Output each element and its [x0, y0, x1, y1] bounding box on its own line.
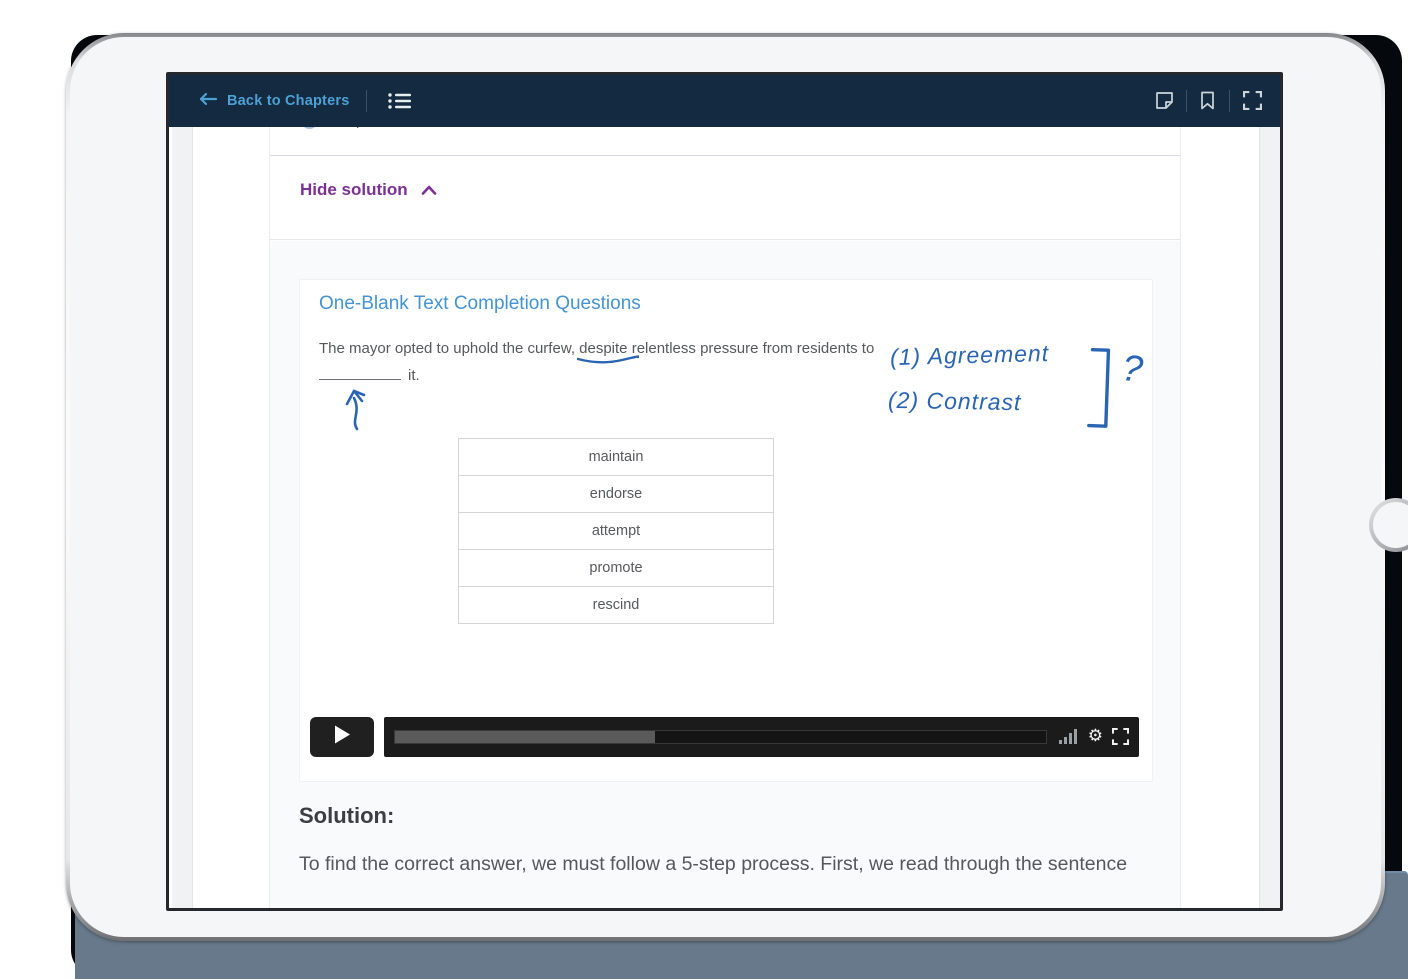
handwritten-annotation-1: (1) Agreement — [890, 340, 1050, 371]
player-control-strip: ⚙ — [384, 717, 1139, 757]
answer-option-cell: promote — [459, 550, 773, 587]
divider — [1186, 90, 1187, 112]
page-gutter-right — [1259, 75, 1280, 908]
note-icon[interactable] — [1155, 91, 1174, 115]
hand-bracket-stroke — [1086, 346, 1117, 438]
chevron-up-icon — [421, 180, 437, 200]
back-to-chapters-button[interactable]: Back to Chapters — [198, 92, 349, 110]
seek-bar[interactable] — [394, 730, 1047, 744]
lesson-video-panel: One-Blank Text Completion Questions The … — [299, 279, 1153, 782]
question-text-line1: The mayor opted to uphold the curfew, de… — [319, 340, 874, 357]
answer-option-cell: maintain — [459, 439, 773, 476]
answer-option-cell: rescind — [459, 587, 773, 624]
hide-solution-button[interactable]: Hide solution — [300, 180, 437, 200]
hand-arrow-doodle — [342, 386, 372, 437]
answer-blank — [319, 366, 401, 380]
answer-options-table: maintain endorse attempt promote rescind — [458, 438, 774, 624]
solution-paragraph: To find the correct answer, we must foll… — [299, 847, 1167, 881]
promo-stage: 7 mph Hide solution — [0, 0, 1408, 979]
fullscreen-icon[interactable] — [1243, 91, 1262, 115]
lesson-title: One-Blank Text Completion Questions — [319, 293, 641, 315]
video-player-bar: ⚙ — [310, 717, 1139, 757]
tablet-frame: 7 mph Hide solution — [66, 33, 1385, 941]
top-navbar: Back to Chapters — [169, 75, 1280, 127]
divider — [366, 90, 367, 112]
player-fullscreen-icon[interactable] — [1112, 728, 1129, 750]
left-arrow-icon — [198, 92, 218, 110]
divider — [270, 155, 1180, 156]
back-to-chapters-label: Back to Chapters — [227, 93, 349, 109]
page-gutter-left — [172, 75, 193, 908]
handwritten-annotation-2: (2) Contrast — [888, 387, 1022, 416]
bookmark-icon[interactable] — [1200, 91, 1215, 115]
divider — [1229, 90, 1230, 112]
solution-heading: Solution: — [299, 803, 394, 829]
app-page: 7 mph Hide solution — [169, 75, 1280, 908]
volume-icon[interactable] — [1059, 729, 1077, 744]
tablet-screen: 7 mph Hide solution — [166, 72, 1283, 911]
hand-underline-stroke — [577, 355, 639, 366]
player-progress-fill — [395, 731, 655, 743]
list-icon[interactable] — [388, 92, 411, 115]
play-icon — [334, 725, 351, 749]
handwritten-question-mark: ? — [1120, 347, 1147, 391]
settings-icon[interactable]: ⚙ — [1088, 726, 1103, 746]
question-text-line2: it. — [319, 366, 420, 384]
underlined-word: despite — [579, 340, 627, 357]
answer-option-cell: attempt — [459, 513, 773, 550]
play-button[interactable] — [310, 717, 374, 757]
hide-solution-label: Hide solution — [300, 180, 408, 200]
answer-option-cell: endorse — [459, 476, 773, 513]
